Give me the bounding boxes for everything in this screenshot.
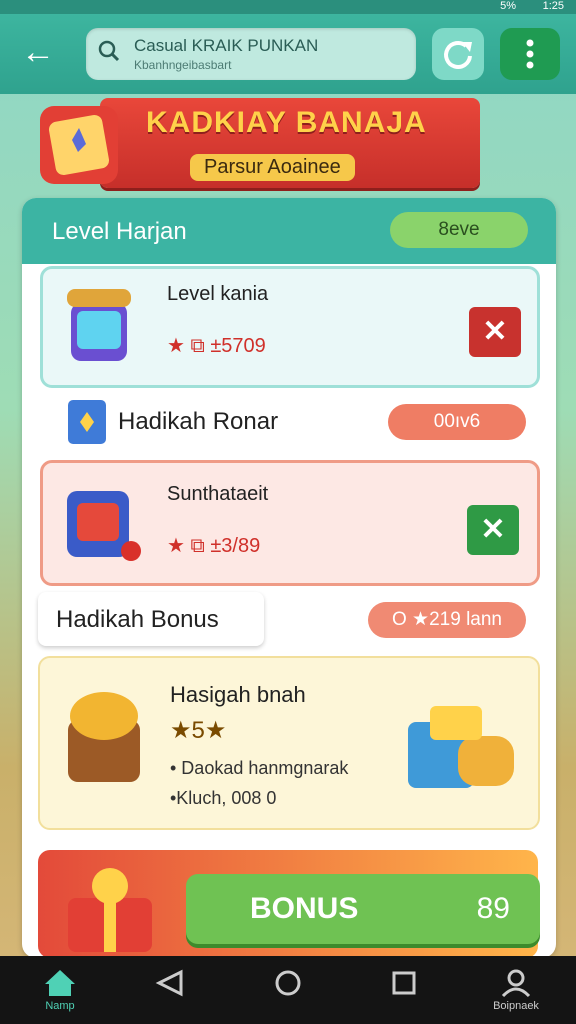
hasigah-card-line1: • Daokad hanmgnarak: [170, 758, 349, 778]
close-green-button[interactable]: ✕: [467, 505, 519, 555]
section-action-button[interactable]: 00ıv6: [388, 404, 526, 440]
search-title: Casual KRAIK PUNKAN: [134, 36, 319, 55]
hasigah-card-stars: ★5★: [170, 717, 227, 744]
book-icon: [68, 400, 106, 444]
kebab-menu-icon: [526, 39, 534, 69]
level-card-title: Level kania: [167, 283, 269, 305]
promo-banner: KADKIAY BANAJA Parsur Aoainee: [20, 92, 480, 196]
bonus-button-value: 89: [476, 892, 510, 925]
search-icon: [98, 40, 120, 62]
banner-subtitle: Parsur Aoainee: [190, 154, 355, 181]
status-bar: 5% 1:25: [0, 0, 576, 14]
clock: 1:25: [542, 0, 564, 12]
triangle-back-icon: [155, 969, 183, 997]
sunthataeit-card-title: Sunthataeit: [167, 483, 269, 505]
sunthataeit-card[interactable]: Sunthataeit ★ ⧉ ±3/89 ✕: [40, 460, 540, 586]
nav-profile-label: Boipnaek: [493, 1000, 539, 1012]
recents-square-icon: [392, 971, 416, 995]
backpack-icon: [67, 491, 141, 561]
more-options-button[interactable]: [500, 28, 560, 80]
nav-recents[interactable]: [364, 964, 444, 1020]
panel-header: Level Harjan 8eve: [22, 198, 556, 264]
hasigah-card[interactable]: Hasigah bnah ★5★ • Daokad hanmgnarak •Kl…: [38, 656, 540, 830]
refresh-icon: [444, 40, 472, 69]
bonus-button-label: BONUS: [250, 892, 359, 925]
bonus-button[interactable]: BONUS 89: [186, 874, 540, 944]
star-count-button[interactable]: O ★219 lann: [368, 602, 526, 638]
top-app-bar: ← Casual KRAIK PUNKAN Kbanhngeibasbart: [0, 14, 576, 94]
bonus-tab[interactable]: Hadikah Bonus: [38, 592, 264, 646]
hasigah-card-title: Hasigah bnah: [170, 682, 306, 707]
nav-home-label: Namp: [45, 1000, 75, 1012]
close-red-button[interactable]: ✕: [469, 307, 521, 357]
bottom-nav-bar: Namp Boipnaek: [0, 956, 576, 1024]
banner-title: KADKIAY BANAJA: [146, 106, 427, 139]
panel-title: Level Harjan: [52, 218, 187, 245]
circle-refresh-icon: [275, 970, 301, 996]
search-subtitle: Kbanhngeibasbart: [134, 58, 232, 72]
search-box[interactable]: Casual KRAIK PUNKAN Kbanhngeibasbart: [86, 28, 416, 80]
level-card-stats: ★ ⧉ ±5709: [167, 335, 266, 357]
home-icon: [45, 970, 75, 996]
treasure-chest-icon: [67, 289, 131, 361]
main-panel: Level Harjan 8eve Level kania ★ ⧉ ±5709 …: [22, 198, 556, 958]
hasigah-card-line2: •Kluch, 008 0: [170, 788, 277, 808]
bonus-bar: BONUS 89: [38, 850, 540, 958]
refresh-button[interactable]: [432, 28, 484, 80]
back-arrow-icon[interactable]: ←: [18, 34, 58, 74]
nav-back[interactable]: [130, 964, 210, 1020]
battery-text: 5%: [500, 0, 516, 12]
header-action-button[interactable]: 8eve: [390, 212, 528, 248]
sunthataeit-card-stats: ★ ⧉ ±3/89: [167, 535, 261, 557]
nav-reload[interactable]: [248, 964, 328, 1020]
level-card[interactable]: Level kania ★ ⧉ ±5709 ✕: [40, 266, 540, 388]
nav-home[interactable]: Namp: [20, 964, 100, 1020]
golden-basket-icon: [68, 692, 140, 782]
profile-icon: [501, 969, 531, 998]
section-title-ronar: Hadikah Ronar: [118, 408, 279, 435]
nav-profile[interactable]: Boipnaek: [476, 964, 556, 1020]
reward-boxes-icon: [408, 706, 514, 788]
bonus-tab-label: Hadikah Bonus: [56, 606, 219, 633]
gift-box-icon: [40, 106, 118, 184]
bonus-gift-icon: [68, 868, 152, 952]
